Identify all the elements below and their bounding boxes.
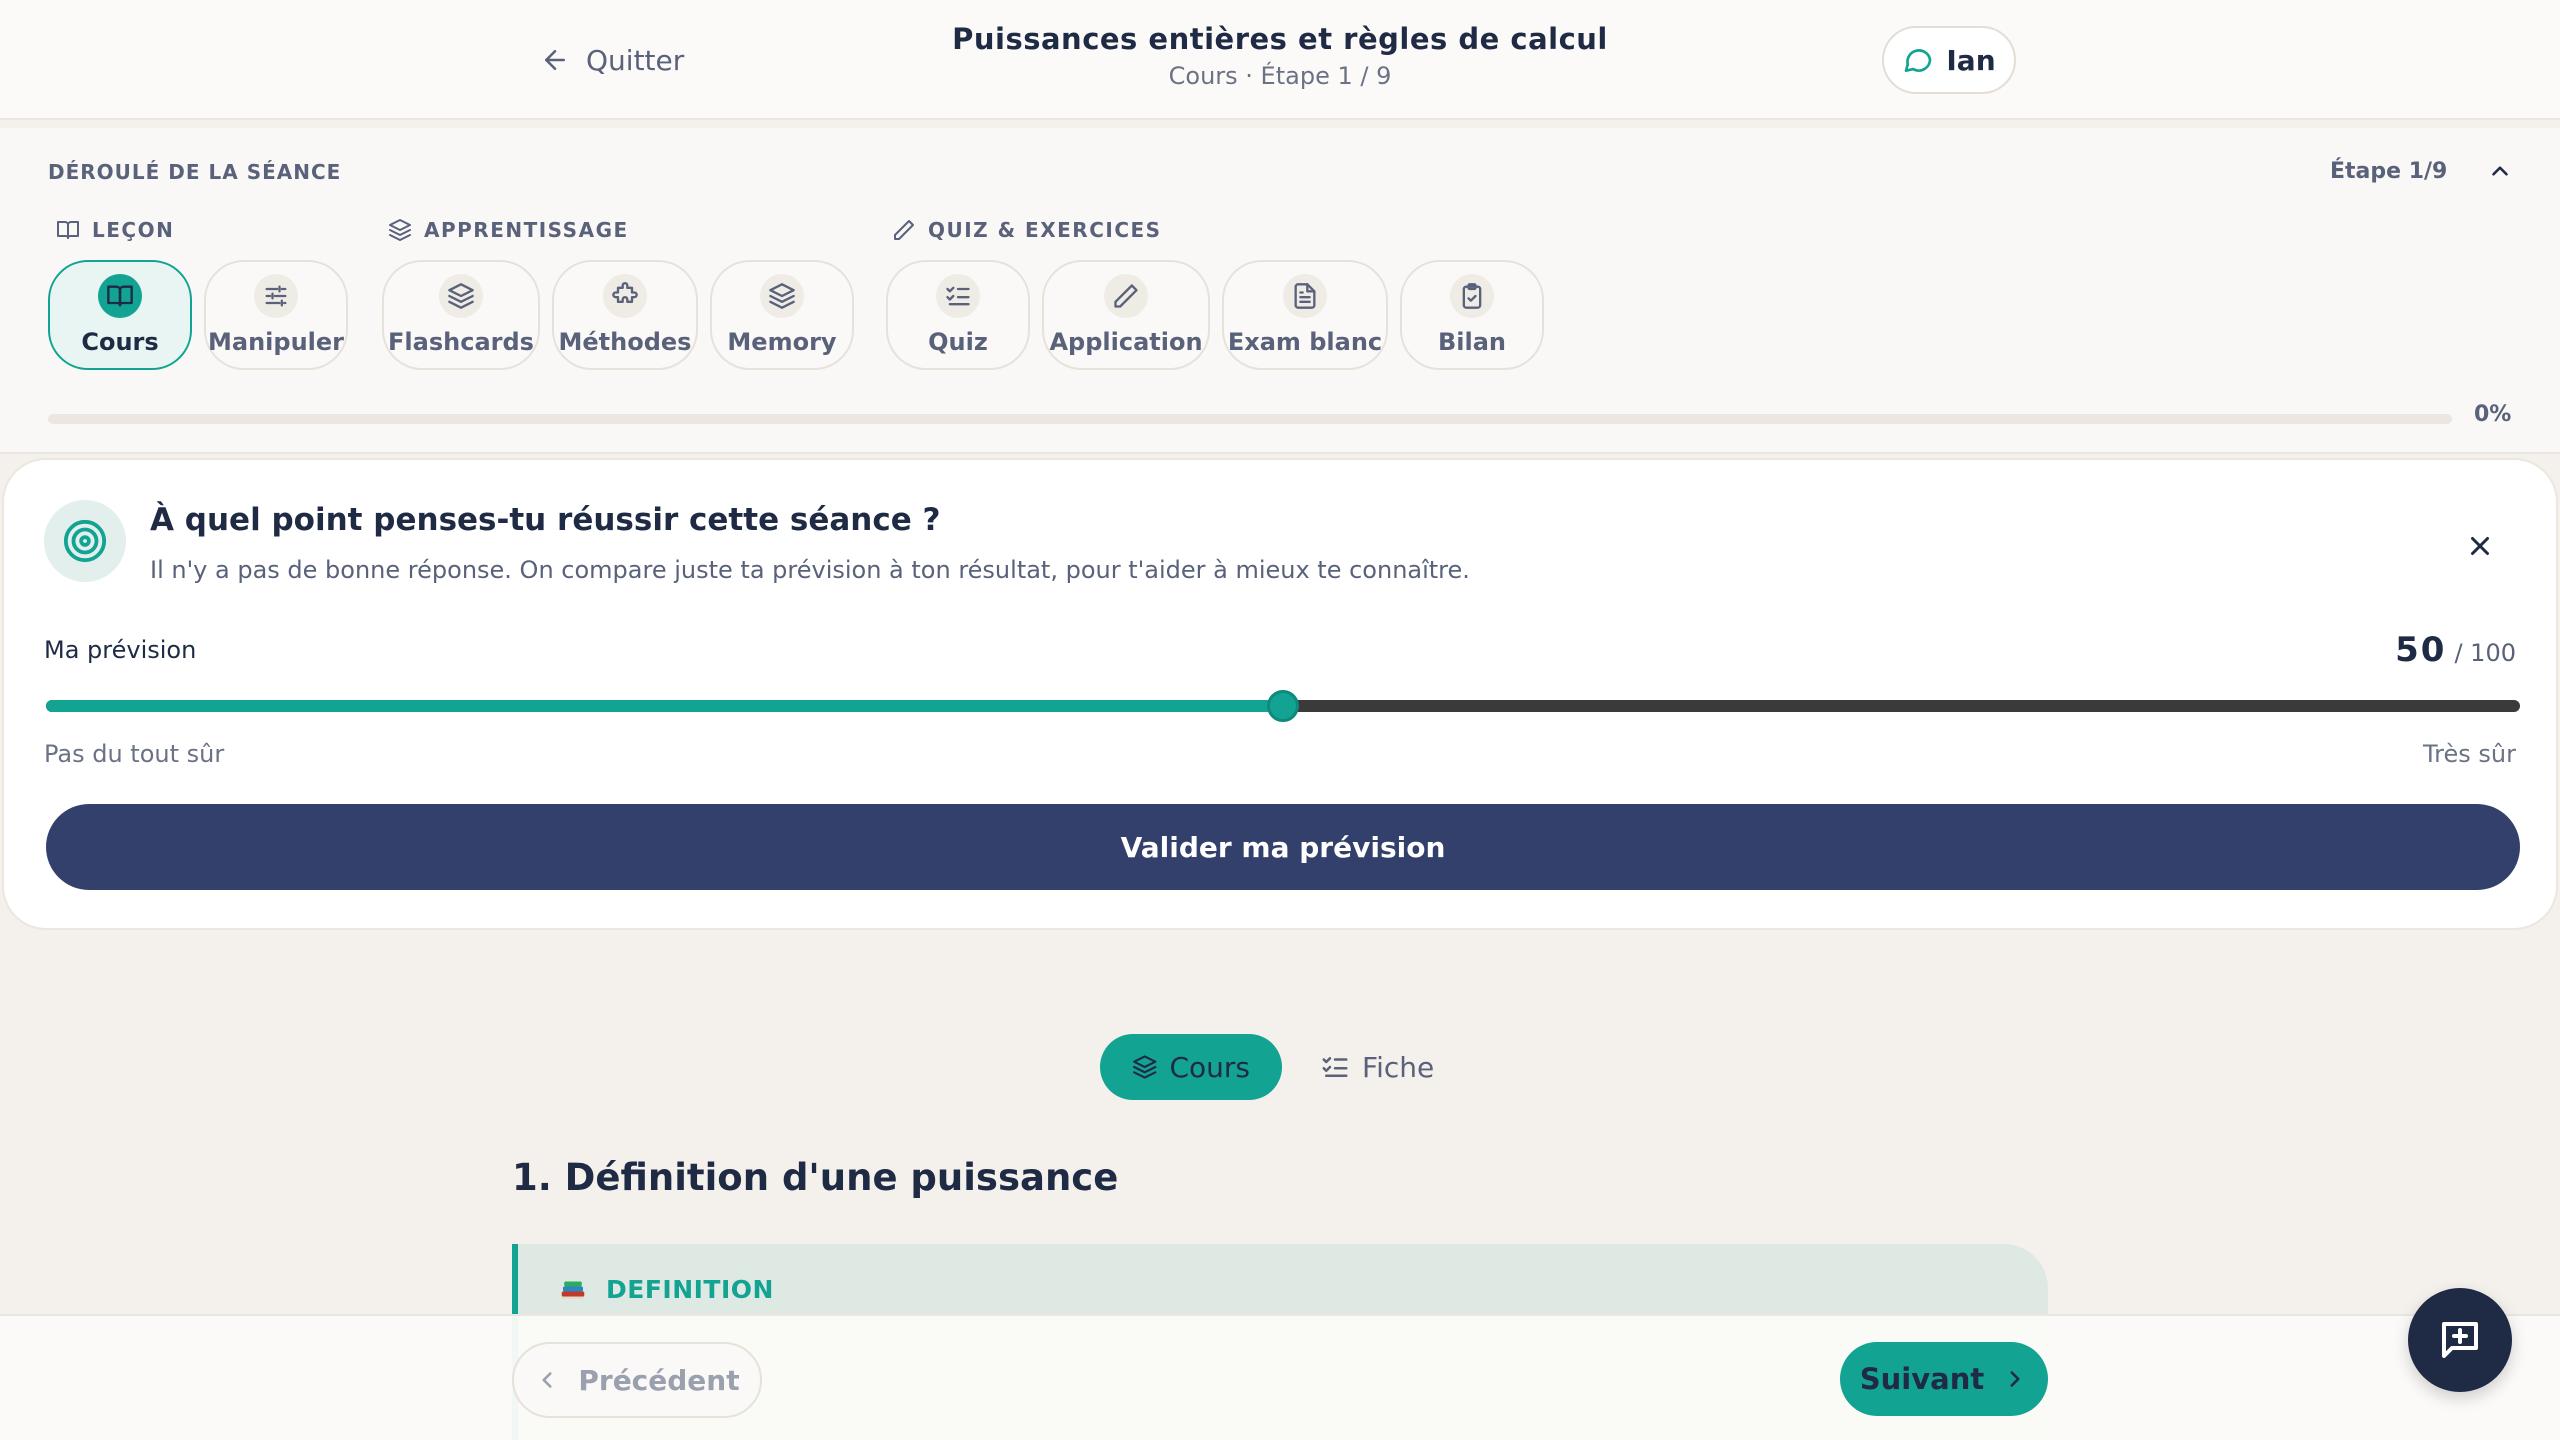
- books-icon: [561, 1281, 585, 1299]
- bottom-navigation: Précédent Suivant: [0, 1314, 2560, 1440]
- group-label-quiz: QUIZ & EXERCICES: [892, 218, 1162, 242]
- step-label: Flashcards: [388, 328, 534, 356]
- sliders-icon: [265, 285, 287, 307]
- course-title: Puissances entières et règles de calcul: [952, 22, 1608, 56]
- step-label: Quiz: [928, 328, 988, 356]
- layers-icon: [448, 283, 474, 309]
- message-plus-icon: [2442, 1322, 2478, 1358]
- slider-fill: [46, 700, 1283, 712]
- target-icon: [63, 519, 107, 563]
- prediction-slider[interactable]: [46, 690, 2520, 722]
- tab-cours[interactable]: Cours: [1100, 1034, 1282, 1100]
- session-progress-bar: [48, 414, 2452, 424]
- step-indicator: Étape 1/9: [2330, 158, 2448, 184]
- step-bilan[interactable]: Bilan: [1400, 260, 1544, 370]
- validate-prediction-button[interactable]: Valider ma prévision: [46, 804, 2520, 890]
- step-manipuler[interactable]: Manipuler: [204, 260, 348, 370]
- quit-label: Quitter: [586, 43, 685, 77]
- quit-button[interactable]: Quitter: [540, 38, 684, 82]
- layers-icon: [1133, 1055, 1157, 1079]
- session-panel: DÉROULÉ DE LA SÉANCE Étape 1/9 LEÇON APP…: [0, 128, 2560, 454]
- step-label: Méthodes: [558, 328, 692, 356]
- step-cours[interactable]: Cours: [48, 260, 192, 370]
- step-label: Application: [1049, 328, 1203, 356]
- prediction-subtitle: Il n'y a pas de bonne réponse. On compar…: [150, 556, 1470, 584]
- tab-label: Cours: [1169, 1050, 1250, 1084]
- top-header: Quitter Puissances entières et règles de…: [0, 0, 2560, 120]
- layers-icon: [389, 219, 411, 241]
- prediction-max: / 100: [2454, 639, 2516, 667]
- prediction-question: À quel point penses-tu réussir cette séa…: [150, 502, 941, 538]
- step-exam-blanc[interactable]: Exam blanc: [1222, 260, 1388, 370]
- step-application[interactable]: Application: [1042, 260, 1210, 370]
- chevron-right-icon: [2010, 1371, 2020, 1387]
- next-button[interactable]: Suivant: [1840, 1342, 2048, 1416]
- arrow-left-icon: [545, 50, 565, 70]
- course-title-block: Puissances entières et règles de calcul …: [780, 22, 1780, 90]
- step-methodes[interactable]: Méthodes: [552, 260, 698, 370]
- chevron-left-icon: [542, 1372, 552, 1388]
- next-label: Suivant: [1859, 1362, 1985, 1396]
- previous-label: Précédent: [578, 1363, 740, 1397]
- step-flashcards[interactable]: Flashcards: [382, 260, 540, 370]
- section-title: 1. Définition d'une puissance: [512, 1156, 1119, 1199]
- prediction-label: Ma prévision: [44, 636, 197, 664]
- prediction-value: 50: [2395, 630, 2447, 670]
- puzzle-icon: [612, 282, 638, 303]
- target-icon-badge: [44, 500, 126, 582]
- step-label: Bilan: [1437, 328, 1507, 356]
- group-label-learning: APPRENTISSAGE: [388, 218, 629, 242]
- pencil-icon: [894, 220, 914, 240]
- slider-thumb[interactable]: [1267, 690, 1299, 722]
- pencil-icon: [1114, 284, 1138, 308]
- chevron-up-icon: [2492, 166, 2509, 176]
- course-subtitle: Cours · Étape 1 / 9: [1168, 62, 1392, 90]
- step-label: Memory: [727, 328, 837, 356]
- prediction-value-readout: 50 / 100: [2395, 630, 2516, 670]
- book-icon: [57, 221, 79, 239]
- step-label: Cours: [81, 328, 159, 356]
- feedback-fab-button[interactable]: [2408, 1288, 2512, 1392]
- step-quiz[interactable]: Quiz: [886, 260, 1030, 370]
- step-indicator-toggle[interactable]: Étape 1/9: [2330, 158, 2513, 184]
- close-prediction-button[interactable]: [2458, 524, 2502, 568]
- previous-button[interactable]: Précédent: [512, 1342, 762, 1418]
- prediction-card: À quel point penses-tu réussir cette séa…: [2, 458, 2558, 930]
- tab-label: Fiche: [1362, 1050, 1435, 1084]
- tab-fiche[interactable]: Fiche: [1296, 1034, 1458, 1100]
- scale-low-label: Pas du tout sûr: [44, 740, 225, 768]
- step-memory[interactable]: Memory: [710, 260, 854, 370]
- layers-icon: [769, 283, 795, 309]
- step-label: Exam blanc: [1227, 328, 1383, 356]
- file-text-icon: [1294, 283, 1316, 309]
- session-progress-label: 0%: [2474, 402, 2512, 427]
- user-name: Ian: [1946, 43, 1996, 77]
- group-label-lesson: LEÇON: [56, 218, 174, 242]
- session-title: DÉROULÉ DE LA SÉANCE: [48, 160, 342, 184]
- list-checks-icon: [946, 286, 970, 306]
- step-label: Manipuler: [208, 328, 344, 356]
- close-icon: [2471, 537, 2489, 555]
- user-chat-chip[interactable]: Ian: [1882, 26, 2016, 94]
- list-checks-icon: [1322, 1057, 1348, 1077]
- definition-label: DEFINITION: [558, 1274, 774, 1304]
- message-circle-icon: [1905, 49, 1932, 72]
- clipboard-check-icon: [1462, 283, 1482, 309]
- book-open-icon: [107, 285, 133, 307]
- scale-high-label: Très sûr: [2423, 740, 2516, 768]
